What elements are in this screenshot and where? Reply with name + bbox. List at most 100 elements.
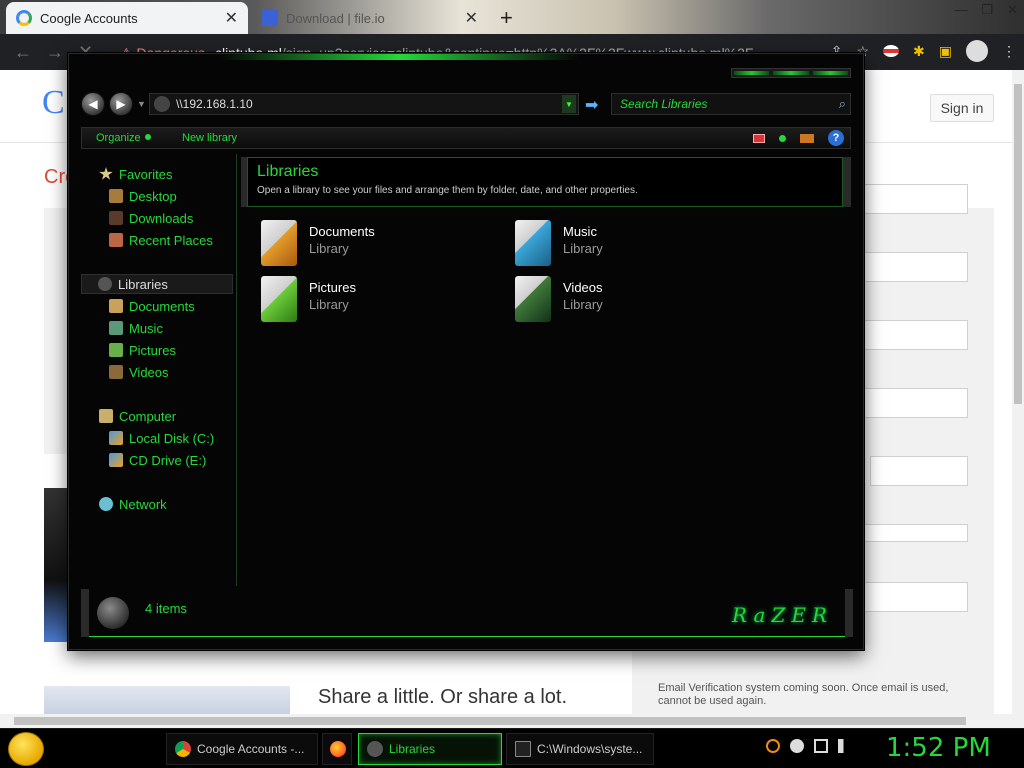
- nav-local-disk[interactable]: Local Disk (C:): [109, 428, 214, 448]
- address-dropdown-icon[interactable]: ▼: [562, 95, 576, 113]
- library-name: Pictures: [309, 280, 356, 295]
- close-tab-icon[interactable]: ✕: [225, 8, 238, 28]
- minimize-icon[interactable]: —: [954, 2, 967, 18]
- tab-title: Coogle Accounts: [40, 10, 138, 26]
- close-tab-icon[interactable]: ✕: [465, 8, 478, 28]
- network-tray-icon[interactable]: [814, 739, 828, 753]
- extension-flag-icon[interactable]: [883, 45, 900, 57]
- music-library-icon: [515, 220, 551, 266]
- scroll-thumb[interactable]: [1014, 84, 1022, 404]
- favorites-star-icon: [99, 167, 113, 180]
- library-documents[interactable]: Documents Library: [261, 220, 481, 270]
- nav-music[interactable]: Music: [109, 318, 163, 338]
- start-button[interactable]: [8, 732, 44, 766]
- google-logo: C: [42, 84, 65, 121]
- desktop-icon: [109, 189, 123, 203]
- view-options-icon[interactable]: [779, 134, 786, 142]
- forward-icon[interactable]: →: [46, 42, 64, 63]
- volume-icon[interactable]: [838, 739, 852, 753]
- recent-places-icon: [109, 233, 123, 247]
- documents-library-icon: [261, 220, 297, 266]
- nav-pictures[interactable]: Pictures: [109, 340, 176, 360]
- tab-file-io[interactable]: Download | file.io ✕: [252, 2, 488, 34]
- nav-favorites[interactable]: Favorites: [99, 164, 172, 184]
- sign-in-button[interactable]: Sign in: [930, 94, 994, 122]
- razer-logo: RaZER: [732, 603, 833, 627]
- help-icon[interactable]: ?: [828, 130, 844, 146]
- taskbar-item-firefox[interactable]: [322, 733, 352, 765]
- nav-libraries[interactable]: Libraries: [81, 274, 233, 294]
- libraries-header: Libraries Open a library to see your fil…: [241, 157, 851, 207]
- window-caption-buttons: [731, 68, 851, 78]
- taskbar-item-libraries[interactable]: Libraries: [358, 733, 502, 765]
- library-pictures[interactable]: Pictures Library: [261, 276, 481, 326]
- change-view-icon[interactable]: [753, 133, 765, 143]
- nav-cd-drive[interactable]: CD Drive (E:): [109, 450, 206, 470]
- cmd-icon: [515, 741, 531, 757]
- nav-computer[interactable]: Computer: [99, 406, 176, 426]
- google-icon: [16, 10, 32, 26]
- music-icon: [109, 321, 123, 335]
- sidebar-icon[interactable]: ▣: [939, 43, 952, 60]
- explorer-window: ◀ ▶ ▼ \\192.168.1.10 ▼ ➡ Search Librarie…: [68, 53, 864, 650]
- back-arrow-icon: ◀: [88, 97, 98, 111]
- hard-drive-icon: [109, 431, 123, 445]
- back-icon[interactable]: ←: [14, 42, 32, 63]
- vertical-scrollbar[interactable]: [1012, 70, 1024, 714]
- minimize-button[interactable]: [734, 71, 770, 75]
- search-libraries-box[interactable]: Search Libraries ⌕: [611, 93, 851, 115]
- go-arrow-icon[interactable]: ➡: [585, 95, 598, 115]
- taskbar: Coogle Accounts -... Libraries C:\Window…: [0, 728, 1024, 768]
- share-tagline: Share a little. Or share a lot.: [318, 686, 568, 708]
- browser-tabstrip: Coogle Accounts ✕ Download | file.io ✕ +…: [0, 0, 1024, 34]
- dropdown-dot-icon: [144, 134, 151, 140]
- library-type: Library: [563, 297, 603, 312]
- maximize-button[interactable]: [773, 71, 809, 75]
- restore-icon[interactable]: ❐: [981, 2, 993, 18]
- search-tray-icon[interactable]: [766, 739, 780, 753]
- library-music[interactable]: Music Library: [515, 220, 735, 270]
- scroll-thumb[interactable]: [14, 717, 966, 725]
- library-type: Library: [563, 241, 603, 256]
- close-button[interactable]: [812, 71, 848, 75]
- nav-network[interactable]: Network: [99, 494, 167, 514]
- forward-button[interactable]: ▶: [109, 92, 133, 116]
- organize-button[interactable]: Organize: [96, 132, 151, 144]
- share-image: [44, 686, 290, 714]
- taskbar-item-command-prompt[interactable]: C:\Windows\syste...: [506, 733, 654, 765]
- documents-icon: [109, 299, 123, 313]
- clock[interactable]: 1:52 PM: [886, 733, 991, 763]
- profile-avatar[interactable]: [966, 40, 988, 62]
- horizontal-scrollbar[interactable]: [0, 714, 1024, 728]
- nav-downloads[interactable]: Downloads: [109, 208, 193, 228]
- nav-videos[interactable]: Videos: [109, 362, 169, 382]
- close-icon[interactable]: ✕: [1007, 2, 1018, 18]
- extensions-puzzle-icon[interactable]: ✱: [913, 43, 925, 60]
- search-icon[interactable]: ⌕: [839, 96, 846, 112]
- details-pane: 4 items RaZER: [81, 589, 853, 637]
- new-tab-button[interactable]: +: [500, 5, 513, 31]
- recent-pages-dropdown[interactable]: ▼: [137, 99, 146, 109]
- address-input[interactable]: \\192.168.1.10: [176, 97, 562, 111]
- tab-google-accounts[interactable]: Coogle Accounts ✕: [6, 2, 248, 34]
- nav-documents[interactable]: Documents: [109, 296, 195, 316]
- system-tray: [766, 739, 852, 753]
- command-bar: Organize New library ?: [81, 127, 851, 149]
- menu-dots-icon[interactable]: ⋮: [1002, 43, 1016, 60]
- nav-recent-places[interactable]: Recent Places: [109, 230, 213, 250]
- computer-icon: [99, 409, 113, 423]
- new-library-button[interactable]: New library: [182, 132, 237, 144]
- taskbar-item-chrome[interactable]: Coogle Accounts -...: [166, 733, 318, 765]
- location-icon: [154, 96, 170, 112]
- back-button[interactable]: ◀: [81, 92, 105, 116]
- library-name: Music: [563, 224, 597, 239]
- email-note: Email Verification system coming soon. O…: [658, 682, 949, 707]
- minus-tray-icon[interactable]: [790, 739, 804, 753]
- nav-desktop[interactable]: Desktop: [109, 186, 177, 206]
- search-input[interactable]: Search Libraries: [620, 97, 839, 111]
- library-videos[interactable]: Videos Library: [515, 276, 735, 326]
- explorer-address-bar[interactable]: \\192.168.1.10 ▼: [149, 93, 579, 115]
- birthday-field[interactable]: [870, 456, 968, 486]
- downloads-icon: [109, 211, 123, 225]
- preview-pane-icon[interactable]: [800, 133, 814, 143]
